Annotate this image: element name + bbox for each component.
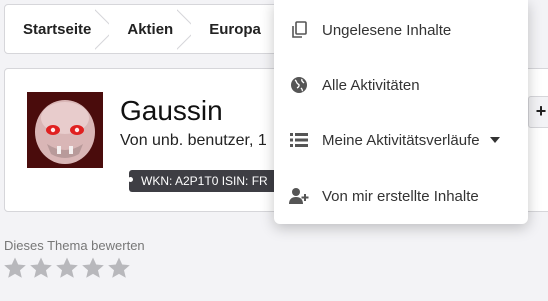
breadcrumb-separator xyxy=(177,5,192,53)
chevron-down-icon[interactable] xyxy=(489,137,500,143)
star-icon[interactable] xyxy=(107,256,131,280)
menu-item-my-activity-streams[interactable]: Meine Aktivitätsverläufe xyxy=(274,120,528,160)
breadcrumb-item-label: Startseite xyxy=(23,20,92,38)
star-icon[interactable] xyxy=(55,256,79,280)
star-icon[interactable] xyxy=(3,256,27,280)
add-tag-button[interactable]: + xyxy=(528,96,548,128)
star-icon[interactable] xyxy=(81,256,105,280)
breadcrumb-item-label: Aktien xyxy=(127,20,174,38)
menu-item-label: Alle Aktivitäten xyxy=(322,76,420,94)
copy-icon xyxy=(288,19,310,41)
activity-dropdown-menu: Ungelesene Inhalte Alle Aktivitäten Mein… xyxy=(274,0,528,224)
list-icon xyxy=(288,129,310,151)
user-plus-icon xyxy=(288,185,310,207)
star-icon[interactable] xyxy=(29,256,53,280)
breadcrumb-item-europa[interactable]: Europa xyxy=(191,5,279,53)
breadcrumb-separator xyxy=(95,5,110,53)
globe-icon xyxy=(288,74,310,96)
avatar-image xyxy=(27,92,103,168)
breadcrumb-item-label: Europa xyxy=(209,20,261,38)
menu-item-unread-content[interactable]: Ungelesene Inhalte xyxy=(274,10,528,50)
menu-item-label: Ungelesene Inhalte xyxy=(322,21,452,39)
menu-item-label: Von mir erstellte Inhalte xyxy=(322,187,479,205)
menu-item-all-activity[interactable]: Alle Aktivitäten xyxy=(274,65,528,105)
topic-author-line: Von unb. benutzer, 1 xyxy=(120,132,267,149)
menu-item-label: Meine Aktivitätsverläufe xyxy=(322,131,480,149)
topic-avatar[interactable] xyxy=(27,92,103,168)
menu-item-content-i-started[interactable]: Von mir erstellte Inhalte xyxy=(274,176,528,216)
rating-label: Dieses Thema bewerten xyxy=(4,238,145,253)
topic-title: Gaussin xyxy=(120,95,223,126)
breadcrumb-item-startseite[interactable]: Startseite xyxy=(5,5,110,53)
rating-stars xyxy=(3,256,131,280)
breadcrumb-item-aktien[interactable]: Aktien xyxy=(109,5,192,53)
